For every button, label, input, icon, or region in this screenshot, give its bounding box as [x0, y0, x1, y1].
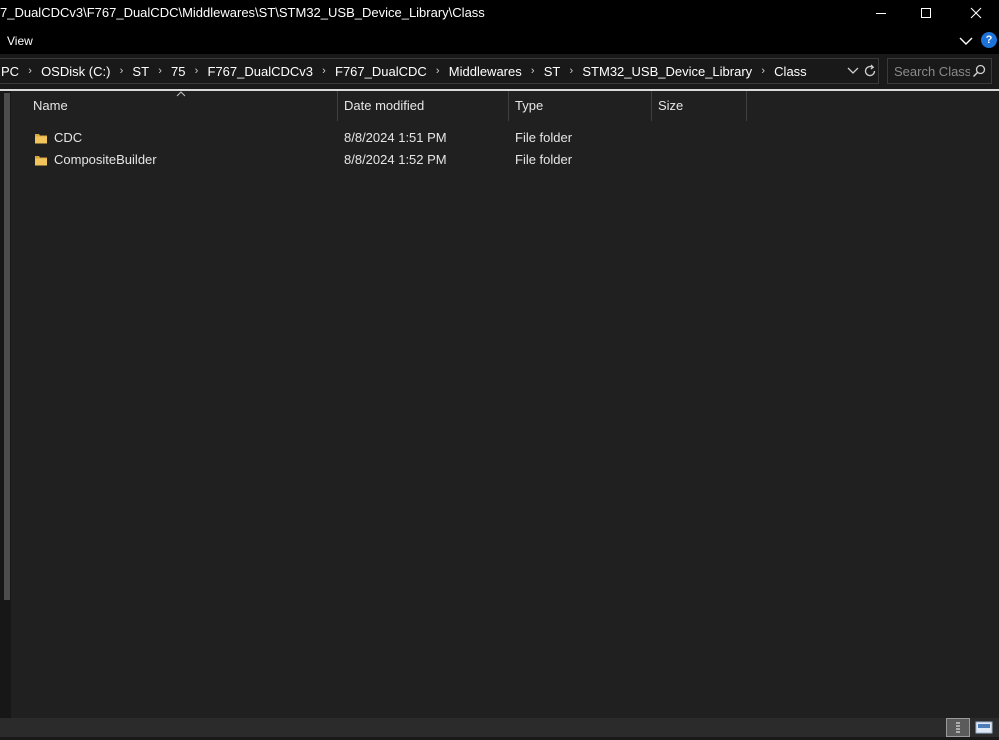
chevron-down-icon[interactable]	[958, 33, 974, 49]
breadcrumb-item[interactable]: PC	[0, 64, 20, 79]
chevron-right-icon[interactable]: ›	[561, 65, 581, 77]
close-icon	[970, 7, 982, 19]
chevron-right-icon[interactable]: ›	[753, 65, 773, 77]
column-separator[interactable]	[746, 91, 747, 121]
breadcrumb-item[interactable]: F767_DualCDCv3	[207, 64, 315, 79]
file-type: File folder	[515, 130, 573, 145]
column-header-name-label: Name	[33, 98, 68, 113]
breadcrumb-item[interactable]: ST	[131, 64, 150, 79]
list-item[interactable]: CompositeBuilder 8/8/2024 1:52 PM File f…	[26, 149, 746, 171]
column-separator[interactable]	[508, 91, 509, 121]
column-header-size[interactable]: Size	[658, 91, 746, 121]
large-icons-view-icon	[975, 721, 993, 734]
folder-icon	[35, 156, 47, 166]
details-view-button[interactable]	[946, 718, 970, 737]
breadcrumb-item[interactable]: ST	[543, 64, 562, 79]
file-date: 8/8/2024 1:51 PM	[344, 130, 447, 145]
file-list-pane: Name Date modified Type Size CDC 8/8/202…	[0, 91, 999, 718]
tab-view[interactable]: View	[7, 34, 33, 48]
maximize-button[interactable]	[903, 0, 949, 26]
breadcrumb-item[interactable]: Class	[773, 64, 808, 79]
column-header-date-label: Date modified	[344, 98, 425, 113]
chevron-right-icon[interactable]: ›	[428, 65, 448, 77]
breadcrumb: PC › OSDisk (C:) › ST › 75 › F767_DualCDCv3 › F767…	[0, 59, 808, 83]
minimize-button[interactable]	[858, 0, 904, 26]
sort-ascending-icon	[176, 91, 186, 97]
chevron-right-icon[interactable]: ›	[111, 65, 131, 77]
file-date: 8/8/2024 1:52 PM	[344, 152, 447, 167]
chevron-right-icon[interactable]: ›	[523, 65, 543, 77]
address-row: PC › OSDisk (C:) › ST › 75 › F767_DualCDCv3 › F767…	[0, 54, 999, 89]
title-bar: 7_DualCDCv3\F767_DualCDC\Middlewares\ST\…	[0, 0, 999, 28]
column-header-size-label: Size	[658, 98, 684, 113]
maximize-icon	[921, 8, 931, 18]
chevron-right-icon[interactable]: ›	[20, 65, 40, 77]
breadcrumb-item[interactable]: 75	[170, 64, 186, 79]
chevron-down-icon[interactable]	[846, 64, 860, 78]
column-separator[interactable]	[651, 91, 652, 121]
status-bar	[0, 718, 999, 737]
vertical-scrollbar[interactable]	[0, 91, 11, 718]
search-icon[interactable]	[972, 64, 986, 78]
large-icons-view-button[interactable]	[972, 718, 996, 737]
breadcrumb-item[interactable]: F767_DualCDC	[334, 64, 428, 79]
column-separator[interactable]	[337, 91, 338, 121]
breadcrumb-item[interactable]: STM32_USB_Device_Library	[581, 64, 753, 79]
window-title: 7_DualCDCv3\F767_DualCDC\Middlewares\ST\…	[0, 5, 485, 20]
folder-icon	[35, 134, 47, 144]
list-item[interactable]: CDC 8/8/2024 1:51 PM File folder	[26, 127, 746, 149]
column-header-type-label: Type	[515, 98, 544, 113]
search-box[interactable]	[887, 58, 992, 84]
chevron-right-icon[interactable]: ›	[187, 65, 207, 77]
file-name: CDC	[54, 130, 83, 145]
column-header-date[interactable]: Date modified	[344, 91, 508, 121]
breadcrumb-item[interactable]: OSDisk (C:)	[40, 64, 111, 79]
chevron-right-icon[interactable]: ›	[314, 65, 334, 77]
breadcrumb-item[interactable]: Middlewares	[448, 64, 523, 79]
details-view-icon	[956, 722, 960, 733]
help-icon[interactable]: ?	[981, 32, 997, 48]
address-bar[interactable]: PC › OSDisk (C:) › ST › 75 › F767_DualCDCv3 › F767…	[0, 58, 879, 84]
refresh-icon[interactable]	[862, 63, 878, 79]
ribbon: View ?	[0, 28, 999, 54]
file-name: CompositeBuilder	[54, 152, 157, 167]
column-header-type[interactable]: Type	[515, 91, 651, 121]
file-type: File folder	[515, 152, 573, 167]
minimize-icon	[876, 13, 886, 14]
close-button[interactable]	[953, 0, 999, 26]
search-input[interactable]	[894, 62, 970, 80]
chevron-right-icon[interactable]: ›	[150, 65, 170, 77]
scrollbar-thumb[interactable]	[4, 93, 10, 600]
